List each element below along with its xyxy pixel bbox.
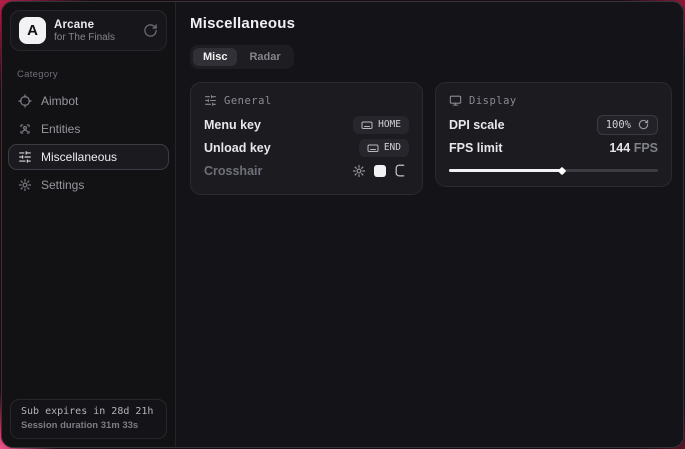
sidebar-item-label: Miscellaneous: [41, 150, 117, 164]
keyboard-icon: [367, 142, 379, 154]
sub-expiry-text: Sub expires in 28d 21h: [21, 406, 156, 417]
subscription-info-box: Sub expires in 28d 21h Session duration …: [10, 399, 167, 439]
dpi-scale-value: 100%: [606, 119, 631, 131]
slider-fill: [449, 169, 562, 172]
unload-key-button[interactable]: END: [359, 139, 409, 157]
crosshair-row: Crosshair: [204, 159, 409, 182]
tab-misc[interactable]: Misc: [193, 48, 237, 66]
fps-limit-slider[interactable]: [449, 167, 658, 174]
dpi-scale-row: DPI scale 100%: [449, 113, 658, 136]
brand-card: A Arcane for The Finals: [10, 10, 167, 51]
unload-key-value: END: [384, 142, 401, 153]
crosshair-label: Crosshair: [204, 164, 262, 178]
fps-limit-value: 144 FPS: [609, 141, 658, 155]
sidebar-item-label: Entities: [41, 122, 80, 136]
tab-radar[interactable]: Radar: [239, 48, 290, 66]
menu-key-button[interactable]: HOME: [353, 116, 409, 134]
fps-unit: FPS: [634, 141, 658, 155]
tab-bar: Misc Radar: [190, 45, 294, 69]
menu-key-value: HOME: [378, 119, 401, 130]
session-duration-text: Session duration 31m 33s: [21, 420, 156, 431]
main-panel: Miscellaneous Misc Radar General Menu ke…: [176, 2, 684, 447]
dpi-scale-button[interactable]: 100%: [597, 115, 658, 135]
sidebar: A Arcane for The Finals Category Aimbot: [2, 2, 176, 447]
slider-handle[interactable]: [558, 166, 566, 174]
gear-icon: [18, 178, 32, 192]
slider-track[interactable]: [449, 169, 658, 172]
app-title: Arcane: [54, 19, 135, 31]
crosshair-color-swatch[interactable]: [374, 165, 386, 177]
keyboard-icon: [361, 119, 373, 131]
dpi-scale-label: DPI scale: [449, 118, 505, 132]
sidebar-item-settings[interactable]: Settings: [8, 172, 169, 198]
general-card: General Menu key HOME Unload key: [190, 82, 423, 195]
brand-text: Arcane for The Finals: [54, 19, 135, 43]
fps-number: 144: [609, 141, 630, 155]
cards-row: General Menu key HOME Unload key: [190, 82, 672, 195]
crosshair-shape-preview[interactable]: [394, 163, 409, 178]
sliders-icon: [18, 150, 32, 164]
display-card: Display DPI scale 100% FPS limit 144 FPS: [435, 82, 672, 187]
sidebar-item-label: Aimbot: [41, 94, 78, 108]
display-card-title: Display: [469, 95, 517, 107]
fps-limit-row: FPS limit 144 FPS: [449, 136, 658, 159]
app-subtitle: for The Finals: [54, 32, 135, 43]
page-title: Miscellaneous: [190, 15, 672, 32]
crosshair-icon: [18, 94, 32, 108]
refresh-icon: [638, 119, 649, 130]
display-card-header: Display: [449, 94, 658, 107]
sidebar-item-label: Settings: [41, 178, 84, 192]
sidebar-nav: Aimbot Entities Miscellaneous Settings: [2, 88, 175, 198]
app-logo: A: [19, 17, 46, 44]
crosshair-controls: [352, 163, 409, 178]
sidebar-item-miscellaneous[interactable]: Miscellaneous: [8, 144, 169, 170]
sidebar-item-aimbot[interactable]: Aimbot: [8, 88, 169, 114]
person-scan-icon: [18, 122, 32, 136]
fps-limit-label: FPS limit: [449, 141, 502, 155]
general-card-title: General: [224, 95, 272, 107]
refresh-icon[interactable]: [143, 23, 158, 38]
menu-key-label: Menu key: [204, 118, 261, 132]
sidebar-item-entities[interactable]: Entities: [8, 116, 169, 142]
menu-key-row: Menu key HOME: [204, 113, 409, 136]
unload-key-label: Unload key: [204, 141, 271, 155]
app-window: A Arcane for The Finals Category Aimbot: [1, 1, 684, 448]
monitor-icon: [449, 94, 462, 107]
sliders-icon: [204, 94, 217, 107]
unload-key-row: Unload key END: [204, 136, 409, 159]
crosshair-settings-gear-icon[interactable]: [352, 164, 366, 178]
general-card-header: General: [204, 94, 409, 107]
category-label: Category: [17, 69, 175, 80]
